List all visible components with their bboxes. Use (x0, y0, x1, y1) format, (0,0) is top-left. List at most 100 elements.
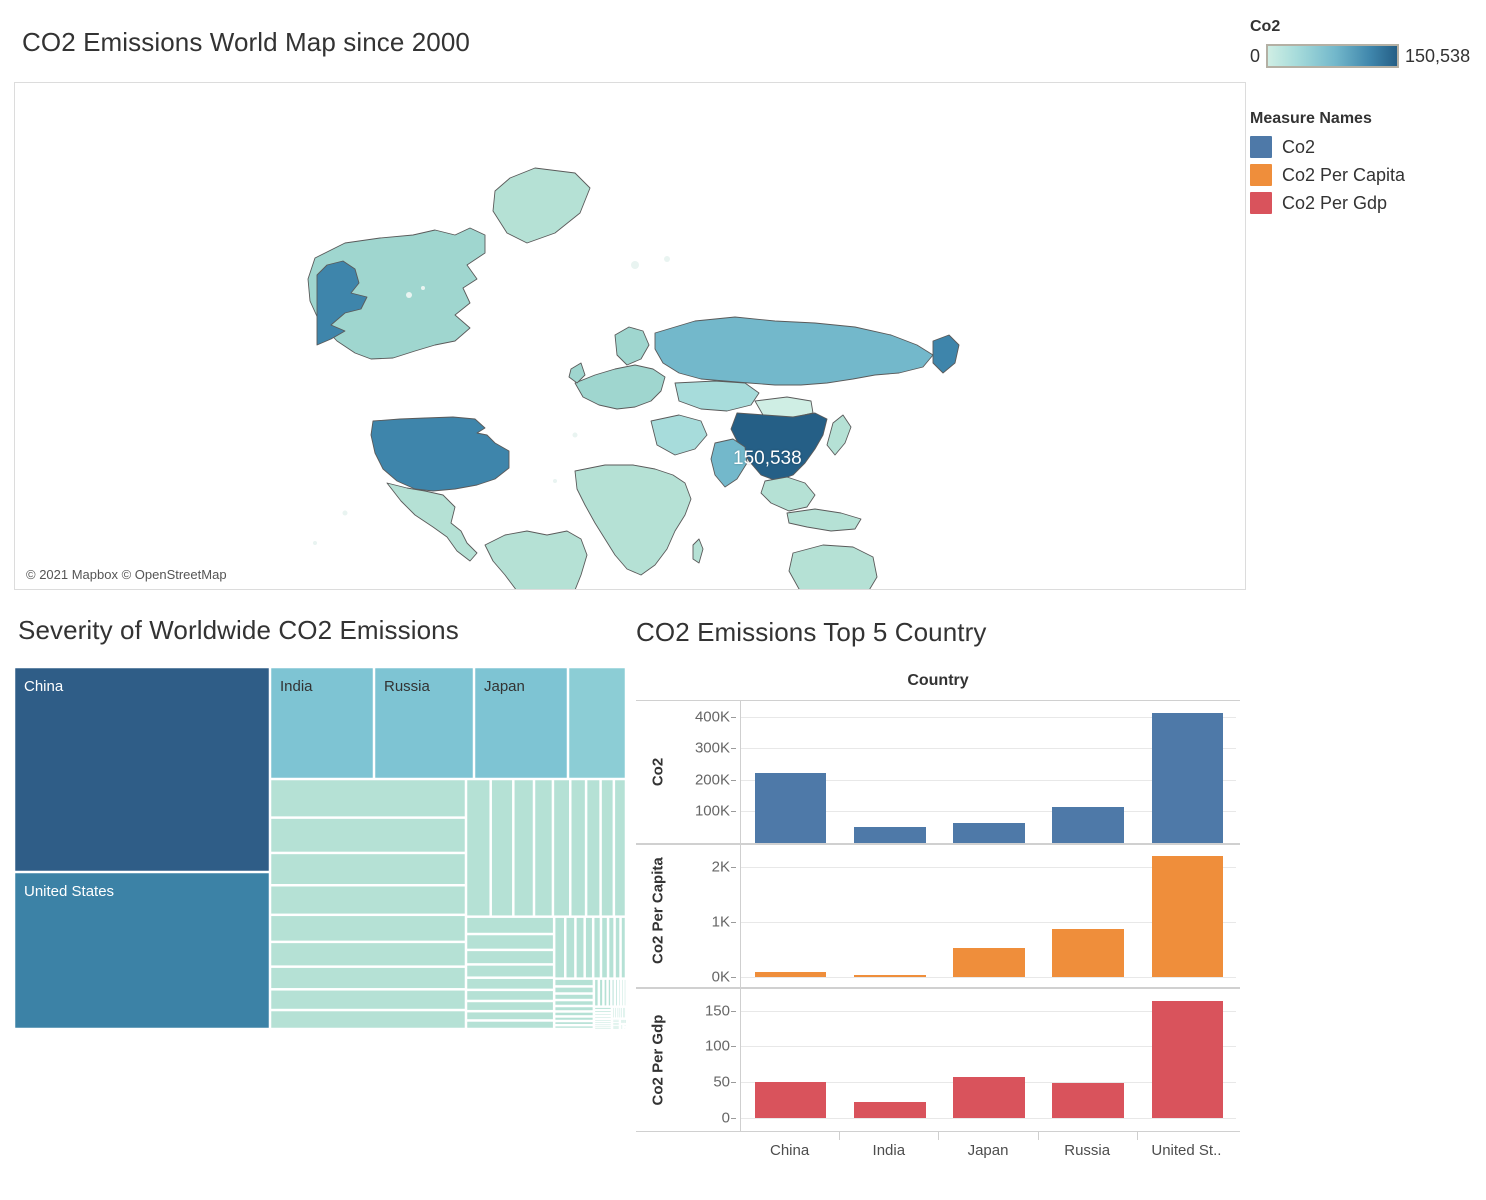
treemap-tile-small[interactable] (271, 916, 465, 941)
treemap-tile-small[interactable] (514, 780, 533, 916)
treemap-tile-small[interactable] (467, 780, 490, 916)
x-tick-separator (1136, 1132, 1138, 1140)
treemap-tile-small[interactable] (491, 780, 513, 916)
treemap-tile-small[interactable] (555, 1026, 593, 1028)
y-tick-label: 100 (704, 1037, 730, 1055)
legend-item-co2[interactable]: Co2 (1250, 136, 1482, 158)
treemap-tile-china[interactable] (15, 668, 269, 871)
treemap-tile-small[interactable] (616, 979, 617, 1006)
treemap-tile-small[interactable] (555, 1001, 593, 1005)
bar-china[interactable] (754, 972, 827, 978)
treemap-tile-small[interactable] (609, 917, 614, 978)
treemap-tile-small[interactable] (467, 951, 553, 964)
treemap-tile-small[interactable] (467, 978, 553, 989)
bar-india[interactable] (854, 1102, 926, 1119)
treemap-tile-small[interactable] (612, 979, 614, 1006)
treemap-tile-small[interactable] (555, 1012, 593, 1016)
treemap-tile-small[interactable] (555, 1007, 593, 1011)
treemap-tile-small[interactable] (271, 854, 465, 885)
legend-item-co2-per-gdp[interactable]: Co2 Per Gdp (1250, 192, 1482, 214)
treemap-tile-small[interactable] (566, 917, 575, 978)
treemap-tile-unlabeled[interactable] (569, 668, 625, 778)
bar-united-st--[interactable] (1151, 1001, 1224, 1119)
treemap-tile-small[interactable] (587, 780, 600, 916)
treemap-tile-small[interactable] (615, 917, 620, 978)
bar-united-st--[interactable] (1151, 712, 1224, 843)
bar-united-st--[interactable] (1151, 856, 1224, 978)
treemap-tile-small[interactable] (467, 917, 553, 933)
bar-china[interactable] (754, 772, 827, 843)
bar-panel-co2-per-gdp[interactable]: Co2 Per Gdp 0 50 100 150 (636, 988, 1240, 1132)
bar-japan[interactable] (953, 948, 1025, 978)
treemap-tile-small[interactable] (271, 1011, 465, 1028)
legend-item-co2-per-capita[interactable]: Co2 Per Capita (1250, 164, 1482, 186)
gridline (741, 977, 1236, 979)
treemap-tile-small[interactable] (271, 943, 465, 966)
treemap-tile-small[interactable] (467, 1012, 553, 1020)
treemap-tile-small[interactable] (555, 1017, 593, 1020)
treemap-tile-small[interactable] (271, 780, 465, 817)
bar-india[interactable] (854, 975, 926, 978)
treemap-tile-small[interactable] (555, 994, 593, 999)
treemap-tile-small[interactable] (271, 967, 465, 989)
treemap-tile-small[interactable] (615, 780, 625, 916)
treemap-svg: China United States India Russia Japan (15, 668, 626, 1029)
y-tick-mark (731, 748, 736, 750)
plot-area[interactable] (740, 845, 1236, 987)
treemap-tile-small[interactable] (602, 917, 607, 978)
world-map-panel[interactable]: 150,538 © 2021 Mapbox © OpenStreetMap (14, 82, 1246, 590)
treemap-tile-small[interactable] (271, 990, 465, 1009)
treemap-title: Severity of Worldwide CO2 Emissions (18, 615, 459, 645)
treemap-tile-small[interactable] (467, 991, 553, 1000)
treemap-tile-small[interactable] (271, 886, 465, 914)
treemap-tile-small[interactable] (621, 917, 625, 978)
treemap-tile-small[interactable] (467, 1002, 553, 1010)
plot-area[interactable] (740, 989, 1236, 1131)
treemap-tile-small[interactable] (576, 917, 584, 978)
legend-swatch-co2 (1250, 136, 1272, 158)
plot-area[interactable] (740, 701, 1236, 843)
bar-india[interactable] (854, 826, 926, 843)
y-ticks: 0 50 100 150 (664, 989, 736, 1131)
top5-bar-chart[interactable]: Country Co2 100K 200K 300K 400K Co2 Per Capit… (636, 672, 1240, 1159)
treemap-tile-small[interactable] (595, 1011, 611, 1013)
barchart-x-axis: China India Japan Russia United St.. (636, 1132, 1240, 1172)
y-tick-mark (731, 811, 736, 813)
treemap-tile-small[interactable] (467, 965, 553, 977)
treemap-tile-small[interactable] (585, 917, 592, 978)
treemap-tile-small[interactable] (555, 987, 593, 993)
treemap-tile-small[interactable] (555, 1022, 593, 1024)
bar-japan[interactable] (953, 1077, 1025, 1119)
country-mexico (386, 482, 478, 562)
bar-japan[interactable] (953, 822, 1025, 843)
treemap-tile-small[interactable] (535, 780, 552, 916)
bar-russia[interactable] (1052, 807, 1124, 843)
treemap-tile-small[interactable] (467, 1021, 553, 1028)
y-tick-label: 100K (694, 802, 730, 820)
treemap-tile-small[interactable] (601, 780, 613, 916)
y-tick-label: 150 (704, 1002, 730, 1019)
treemap-tile-small[interactable] (271, 818, 465, 852)
treemap-tile-small[interactable] (555, 979, 593, 986)
bar-russia[interactable] (1052, 1082, 1124, 1119)
severity-treemap[interactable]: China United States India Russia Japan (14, 667, 626, 1029)
country-kamchatka (932, 334, 960, 374)
treemap-tile-small[interactable] (467, 935, 553, 949)
bar-panel-co2-per-capita[interactable]: Co2 Per Capita 0K 1K 2K (636, 844, 1240, 988)
treemap-tile-small[interactable] (571, 780, 585, 916)
treemap-tile-small[interactable] (594, 917, 600, 978)
bar-russia[interactable] (1052, 929, 1124, 978)
bar-china[interactable] (754, 1081, 827, 1119)
gradient-bar[interactable] (1266, 44, 1400, 68)
treemap-tile-small[interactable] (554, 780, 569, 916)
treemap-tile-small[interactable] (604, 979, 607, 1006)
country-central-asia (674, 380, 760, 412)
bar-panel-co2[interactable]: Co2 100K 200K 300K 400K (636, 700, 1240, 844)
treemap-tile-small[interactable] (600, 979, 603, 1006)
treemap-tile-small[interactable] (595, 979, 598, 1006)
treemap-tile-small[interactable] (555, 917, 564, 978)
color-gradient-legend[interactable]: 0 150,538 (1250, 44, 1482, 68)
country-australia (788, 544, 878, 589)
treemap-tile-small[interactable] (608, 979, 611, 1006)
treemap-tile-small[interactable] (595, 1007, 611, 1009)
